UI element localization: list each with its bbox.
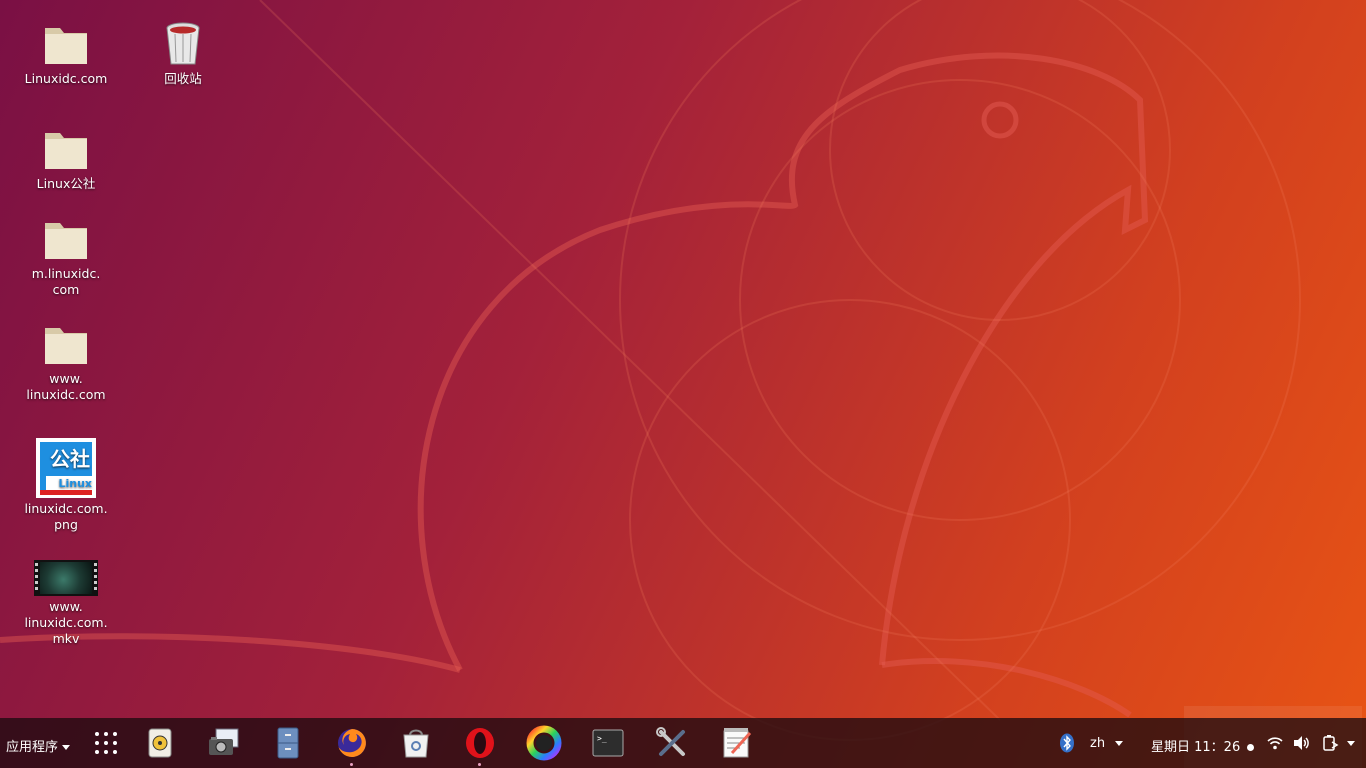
desktop-folder-m-linuxidc-com[interactable]: m.linuxidc. com	[20, 215, 112, 298]
notification-dot	[1247, 744, 1255, 751]
folder-icon	[45, 328, 87, 364]
desktop-folder-linux-gongshe[interactable]: Linux公社	[20, 125, 112, 192]
svg-text:>_: >_	[597, 734, 607, 743]
rhythmbox-icon[interactable]	[142, 725, 178, 761]
folder-icon	[45, 28, 87, 64]
desktop-folder-www-linuxidc-com[interactable]: www. linuxidc.com	[20, 320, 112, 403]
desktop-trash[interactable]: 回收站	[137, 20, 229, 87]
icon-label: www. linuxidc.com. mkv	[24, 599, 108, 646]
thumbnail-subtitle: Linux	[58, 477, 92, 490]
terminal-icon[interactable]: >_	[590, 725, 626, 761]
running-indicator	[478, 763, 481, 766]
icon-label: Linuxidc.com	[24, 71, 108, 86]
running-indicator	[350, 763, 353, 766]
taskbar: 应用程序 >_ zh 星期日 11：26	[0, 718, 1366, 768]
applications-menu-label: 应用程序	[6, 740, 59, 755]
icon-label: m.linuxidc. com	[31, 266, 101, 297]
chevron-down-icon	[62, 745, 71, 750]
bluetooth-icon[interactable]	[1059, 733, 1075, 753]
apps-grid-icon[interactable]	[88, 725, 124, 761]
trash-icon	[166, 22, 200, 65]
clock[interactable]: 星期日 11：26	[1151, 736, 1255, 755]
text-editor-icon[interactable]	[718, 725, 754, 761]
video-thumbnail-icon	[34, 560, 98, 596]
opera-launcher[interactable]	[462, 725, 498, 766]
desktop-folder-linuxidc-com[interactable]: Linuxidc.com	[20, 20, 112, 87]
firefox-icon	[338, 729, 366, 757]
applications-menu-button[interactable]: 应用程序	[6, 736, 71, 755]
battery-icon[interactable]	[1321, 734, 1339, 752]
settings-tools-icon[interactable]	[654, 725, 690, 761]
folder-icon	[45, 133, 87, 169]
language-code: zh	[1090, 736, 1106, 751]
color-picker-icon[interactable]	[526, 725, 562, 761]
thumbnail-title: 公社	[40, 442, 92, 476]
icon-label: linuxidc.com. png	[24, 501, 108, 532]
desktop-file-linuxidc-mkv[interactable]: www. linuxidc.com. mkv	[20, 560, 112, 647]
volume-icon[interactable]	[1293, 735, 1311, 751]
screenshot-icon[interactable]	[206, 725, 242, 761]
icon-label: Linux公社	[36, 176, 96, 191]
system-menu-chevron-icon[interactable]	[1347, 741, 1355, 746]
wifi-icon[interactable]	[1267, 735, 1283, 751]
icon-label: 回收站	[164, 71, 202, 86]
input-language-selector[interactable]: zh	[1090, 736, 1124, 751]
firefox-launcher[interactable]	[334, 725, 370, 766]
clock-text: 星期日 11：26	[1151, 740, 1241, 755]
opera-icon	[466, 728, 494, 758]
desktop-file-linuxidc-png[interactable]: 公社 Linux linuxidc.com. png	[20, 438, 112, 533]
software-center-icon[interactable]	[398, 725, 434, 761]
icon-label: www. linuxidc.com	[26, 371, 106, 402]
folder-icon	[45, 223, 87, 259]
chevron-down-icon	[1115, 741, 1124, 746]
files-icon[interactable]	[270, 725, 306, 761]
image-thumbnail-icon: 公社 Linux	[36, 438, 96, 498]
wallpaper	[0, 0, 1362, 768]
